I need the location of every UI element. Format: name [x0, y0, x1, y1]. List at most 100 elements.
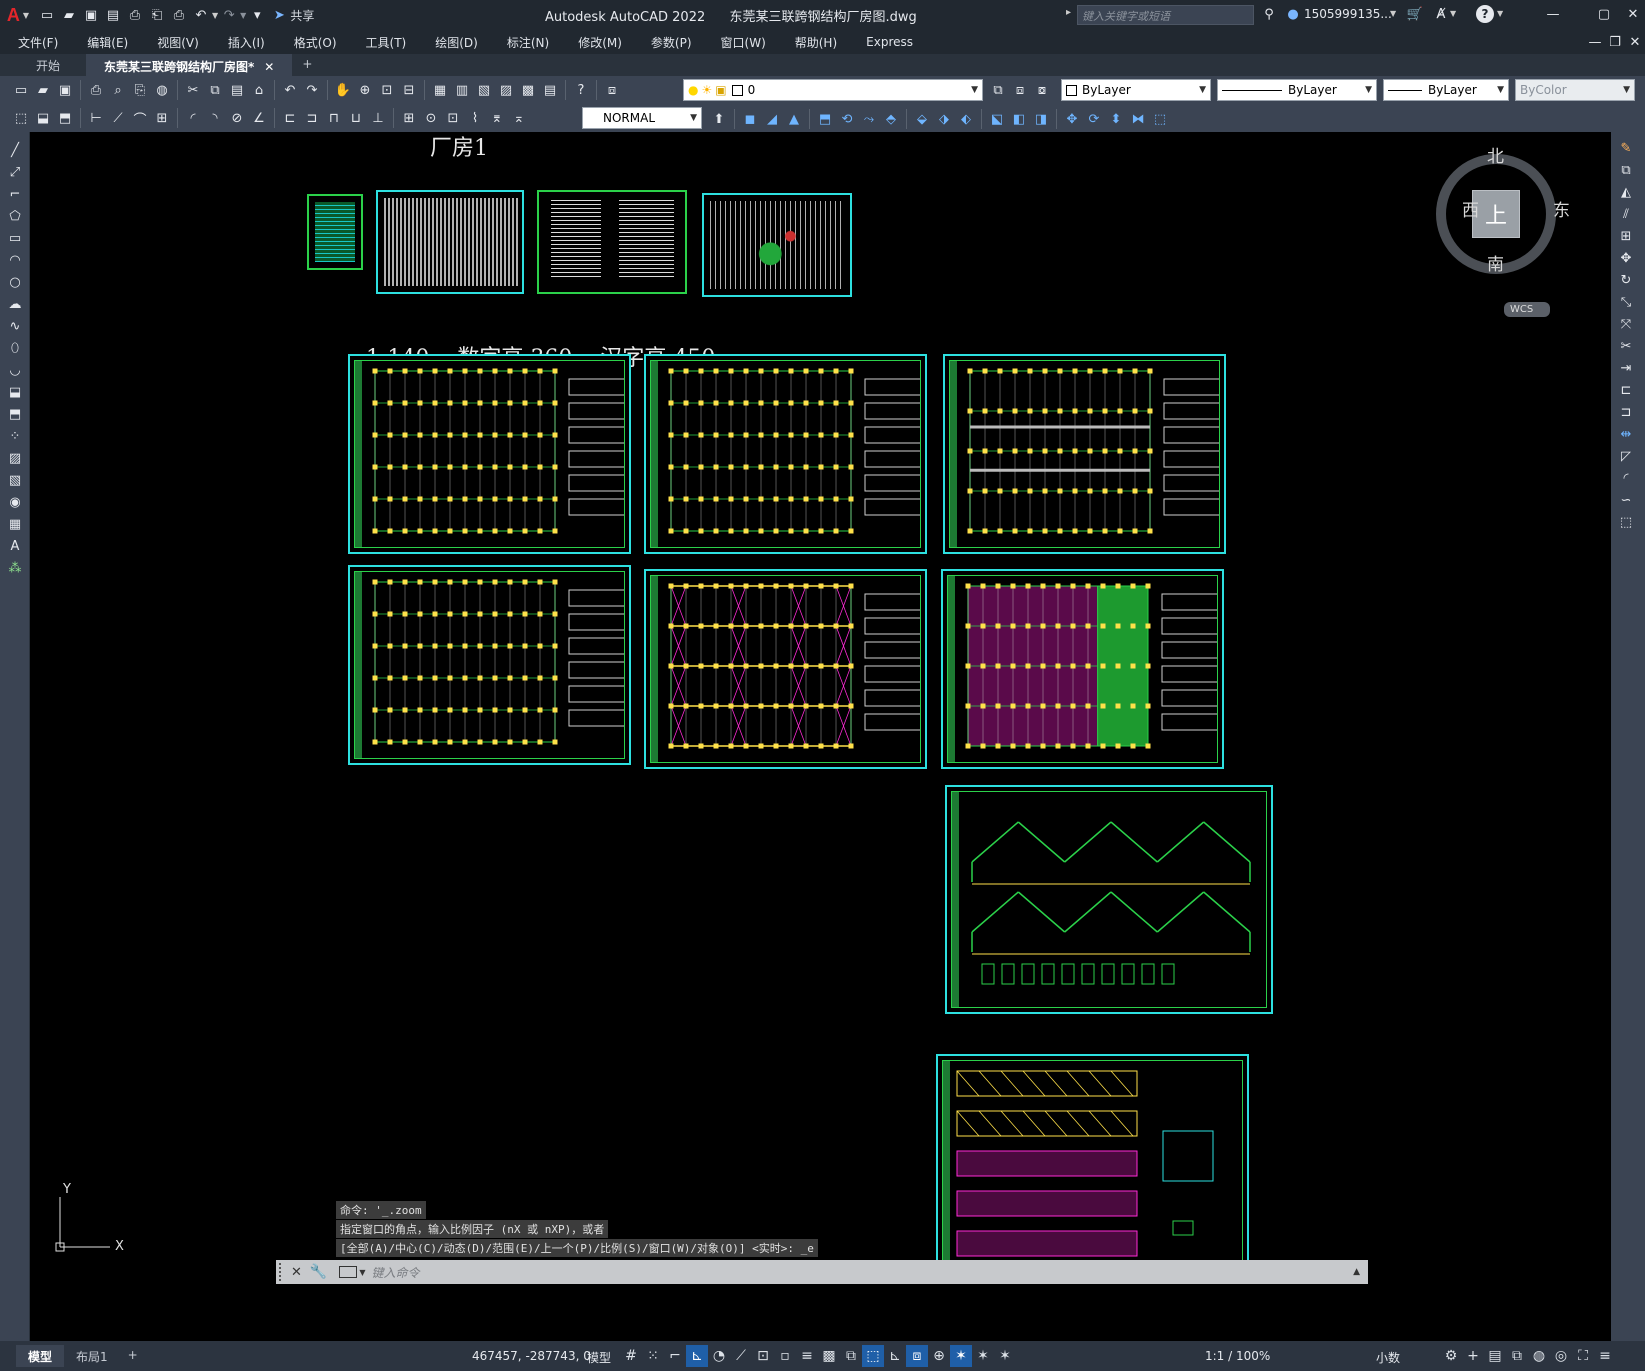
- 3d-osnap-icon[interactable]: ⬚: [862, 1345, 884, 1367]
- doc-close-icon[interactable]: ✕: [1626, 33, 1644, 51]
- compass-west[interactable]: 西: [1462, 196, 1479, 221]
- cart-icon[interactable]: 🛒: [1406, 5, 1424, 23]
- redo-icon[interactable]: ↷: [303, 81, 321, 99]
- menu-modify[interactable]: 修改(M): [578, 34, 622, 51]
- stretch-icon[interactable]: ⤧: [1615, 314, 1637, 334]
- dim-space-icon[interactable]: ⊔: [347, 109, 365, 127]
- insert-block-icon[interactable]: ⬓: [4, 382, 26, 402]
- osnap-icon[interactable]: ▫: [774, 1345, 796, 1367]
- annotation-visibility-icon[interactable]: ✶: [950, 1345, 972, 1367]
- join-icon[interactable]: ⇹: [1615, 424, 1637, 444]
- layer-walk-icon[interactable]: ⬒: [56, 109, 74, 127]
- layer-dropdown[interactable]: ● ☀ ▣ 0 ▼: [683, 79, 983, 101]
- menu-tools[interactable]: 工具(T): [366, 34, 407, 51]
- diameter-dim-icon[interactable]: ⊘: [228, 109, 246, 127]
- sheet-purlin-plan[interactable]: [941, 569, 1224, 769]
- publish-icon[interactable]: ⎘: [131, 81, 149, 99]
- annotation-scale-icon[interactable]: ✶: [994, 1345, 1016, 1367]
- sheet-frame-elevation[interactable]: [945, 785, 1273, 1014]
- help-icon[interactable]: ?: [1476, 5, 1494, 23]
- sheet-set-icon[interactable]: ▨: [497, 81, 515, 99]
- aligned-dim-icon[interactable]: ⟋: [109, 109, 127, 127]
- app-logo[interactable]: A ▼: [0, 0, 36, 30]
- ortho-icon[interactable]: ⊾: [686, 1345, 708, 1367]
- break-icon[interactable]: ⊐: [1615, 402, 1637, 422]
- dim-text-edit-icon[interactable]: ⌅: [510, 109, 528, 127]
- menu-window[interactable]: 窗口(W): [721, 34, 766, 51]
- transparency-icon[interactable]: ▩: [818, 1345, 840, 1367]
- mirror3d-icon[interactable]: ⧓: [1129, 110, 1147, 128]
- table-icon[interactable]: ▦: [4, 514, 26, 534]
- rotate-icon[interactable]: ↻: [1615, 270, 1637, 290]
- compass-south[interactable]: 南: [1487, 250, 1504, 275]
- angular-dim-icon[interactable]: ∠: [250, 109, 268, 127]
- spline-icon[interactable]: ∿: [4, 316, 26, 336]
- coordinates-readout[interactable]: 467457, -287743, 0: [472, 1349, 591, 1363]
- cut-icon[interactable]: ✂: [184, 81, 202, 99]
- tool-palettes-icon[interactable]: ▧: [475, 81, 493, 99]
- command-grip-icon[interactable]: [279, 1263, 287, 1281]
- layer-properties-icon[interactable]: ⧈: [603, 81, 621, 99]
- menu-format[interactable]: 格式(O): [294, 34, 337, 51]
- make-block-icon[interactable]: ⬒: [4, 404, 26, 424]
- clean-screen-icon[interactable]: ⛶: [1572, 1345, 1594, 1367]
- array3d-icon[interactable]: ⬚: [1151, 110, 1169, 128]
- ellipse-arc-icon[interactable]: ◡: [4, 360, 26, 380]
- search-input[interactable]: 键入关键字或短语: [1077, 5, 1254, 25]
- share-icon[interactable]: ➤: [270, 6, 288, 24]
- autodesk-app-icon[interactable]: Ⱥ: [1432, 5, 1450, 23]
- sheet-roof-bracing[interactable]: [644, 569, 927, 769]
- fillet-icon[interactable]: ◜: [1615, 468, 1637, 488]
- box-icon[interactable]: ◼: [741, 110, 759, 128]
- quick-dim-icon[interactable]: ⊏: [281, 109, 299, 127]
- grid-icon[interactable]: #: [620, 1345, 642, 1367]
- menu-draw[interactable]: 绘图(D): [435, 34, 478, 51]
- circle-icon[interactable]: ○: [4, 272, 26, 292]
- match-properties-icon[interactable]: ⌂: [250, 81, 268, 99]
- undo-icon[interactable]: ↶: [192, 6, 210, 24]
- move-icon[interactable]: ✥: [1615, 248, 1637, 268]
- compass-east[interactable]: 东: [1553, 196, 1570, 221]
- point-icon[interactable]: ⁘: [4, 426, 26, 446]
- user-icon[interactable]: ●: [1284, 5, 1302, 23]
- design-center-icon[interactable]: ▥: [453, 81, 471, 99]
- lineweight-dropdown[interactable]: ByLayer ▼: [1383, 79, 1509, 101]
- line-icon[interactable]: ╱: [4, 140, 26, 160]
- linetype-dropdown[interactable]: ByLayer ▼: [1217, 79, 1377, 101]
- sheet-anchor-plan[interactable]: [644, 354, 927, 554]
- paste-icon[interactable]: ▤: [228, 81, 246, 99]
- search-expand-icon[interactable]: ▸: [1066, 7, 1071, 18]
- move3d-icon[interactable]: ✥: [1063, 110, 1081, 128]
- gizmo-icon[interactable]: ⊕: [928, 1345, 950, 1367]
- layout-tab-model[interactable]: 模型: [16, 1345, 65, 1367]
- menu-help[interactable]: 帮助(H): [795, 34, 837, 51]
- menu-edit[interactable]: 编辑(E): [87, 34, 128, 51]
- command-input[interactable]: 键入命令: [372, 1264, 1354, 1281]
- baseline-dim-icon[interactable]: ⊐: [303, 109, 321, 127]
- offset-icon[interactable]: ⫽: [1615, 204, 1637, 224]
- construction-line-icon[interactable]: ⤢: [4, 162, 26, 182]
- center-mark-icon[interactable]: ⊙: [422, 109, 440, 127]
- presspull-icon[interactable]: ⬕: [988, 110, 1006, 128]
- make-block-icon[interactable]: ⬓: [34, 109, 52, 127]
- doc-minimize-icon[interactable]: —: [1586, 33, 1604, 51]
- subtract-icon[interactable]: ⬗: [935, 110, 953, 128]
- arc-length-icon[interactable]: ⌒: [131, 109, 149, 128]
- new-file-icon[interactable]: ▭: [38, 6, 56, 24]
- loft-icon[interactable]: ⬘: [882, 110, 900, 128]
- redo-icon[interactable]: ↷: [220, 6, 238, 24]
- pan-icon[interactable]: ✋: [334, 81, 352, 99]
- inspect-icon[interactable]: ⊡: [444, 109, 462, 127]
- array-icon[interactable]: ⊞: [1615, 226, 1637, 246]
- copy-icon[interactable]: ⧉: [206, 81, 224, 99]
- zoom-previous-icon[interactable]: ⊟: [400, 81, 418, 99]
- tolerance-icon[interactable]: ⊞: [400, 109, 418, 127]
- plotstyle-dropdown[interactable]: ByColor ▼: [1515, 79, 1635, 101]
- dynamic-ucs-icon[interactable]: ⊾: [884, 1345, 906, 1367]
- sweep-icon[interactable]: ⤳: [860, 110, 878, 128]
- add-selected-icon[interactable]: ⁂: [4, 558, 26, 578]
- customize-qat-icon[interactable]: ▾: [248, 6, 266, 24]
- polar-icon[interactable]: ◔: [708, 1345, 730, 1367]
- menu-parametric[interactable]: 参数(P): [651, 34, 692, 51]
- intersect-icon[interactable]: ⬖: [957, 110, 975, 128]
